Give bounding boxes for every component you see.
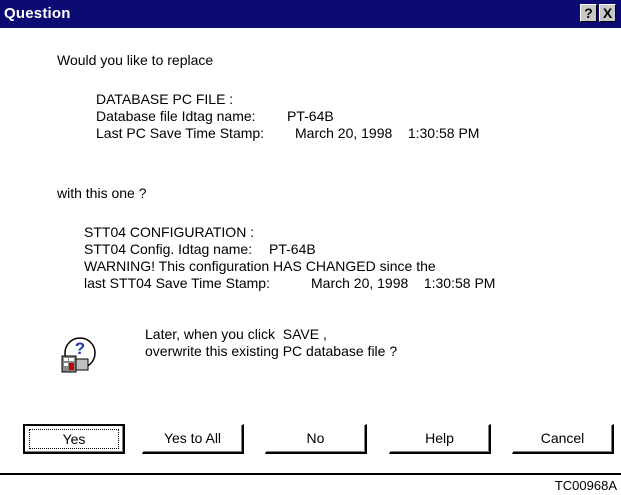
help-title-button[interactable]: ? [580, 4, 597, 22]
with-text: with this one ? [57, 185, 147, 201]
close-button[interactable]: X [599, 4, 616, 22]
svg-text:?: ? [75, 339, 85, 358]
stt-timestamp-label: last STT04 Save Time Stamp: [84, 275, 270, 291]
no-button-label: No [306, 430, 325, 446]
stt-header: STT04 CONFIGURATION : [84, 224, 255, 240]
help-button-label: Help [425, 430, 454, 446]
db-timestamp-label: Last PC Save Time Stamp: [96, 125, 265, 141]
yes-to-all-button[interactable]: Yes to All [142, 424, 244, 454]
dialog-content: Would you like to replace DATABASE PC FI… [0, 28, 621, 473]
help-button[interactable]: Help [389, 424, 491, 454]
title-bar[interactable]: Question ? X [0, 0, 621, 28]
cancel-button[interactable]: Cancel [512, 424, 614, 454]
yes-to-all-button-label: Yes to All [163, 430, 222, 446]
stt-warning: WARNING! This configuration HAS CHANGED … [84, 258, 436, 274]
focus-rectangle [29, 429, 119, 449]
no-button[interactable]: No [265, 424, 367, 454]
db-timestamp-value: March 20, 1998 1:30:58 PM [295, 125, 480, 141]
figure-code: TC00968A [554, 478, 617, 493]
stt-idtag-label: STT04 Config. Idtag name: [84, 241, 253, 257]
prompt-line-1: Later, when you click SAVE , [145, 326, 327, 342]
db-idtag-value: PT-64B [287, 108, 334, 124]
question-mark-icon: ? [584, 5, 593, 21]
db-idtag-label: Database file Idtag name: [96, 108, 256, 124]
yes-button[interactable]: Yes [23, 424, 125, 454]
question-dialog: Question ? X Would you like to replace D… [0, 0, 621, 475]
question-icon: ? [54, 329, 100, 375]
db-header: DATABASE PC FILE : [96, 91, 234, 107]
intro-text: Would you like to replace [57, 52, 214, 68]
stt-timestamp-value: March 20, 1998 1:30:58 PM [311, 275, 496, 291]
cancel-button-label: Cancel [540, 430, 585, 446]
dialog-title: Question [4, 5, 71, 22]
stt-idtag-value: PT-64B [269, 241, 316, 257]
prompt-line-2: overwrite this existing PC database file… [145, 343, 398, 359]
close-icon: X [602, 5, 613, 21]
